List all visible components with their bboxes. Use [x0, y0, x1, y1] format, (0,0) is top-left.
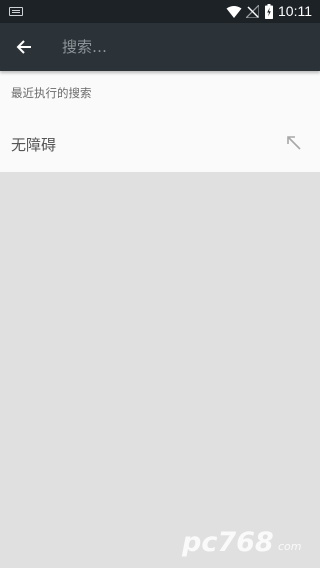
keyboard-icon — [9, 7, 23, 16]
recent-search-label: 无障碍 — [11, 136, 57, 154]
battery-charging-icon — [265, 4, 273, 19]
watermark-subtext: com — [278, 540, 302, 553]
signal-off-icon — [246, 5, 259, 18]
arrow-up-left-icon[interactable] — [284, 133, 304, 153]
search-toolbar — [0, 23, 320, 71]
watermark-logo: pc768 com — [181, 527, 302, 558]
wifi-icon — [226, 6, 242, 18]
arrow-back-icon — [16, 40, 31, 54]
watermark-text: pc768 — [181, 527, 274, 558]
status-time: 10:11 — [278, 3, 312, 19]
search-input[interactable] — [62, 33, 302, 61]
recent-search-item[interactable]: 无障碍 — [0, 121, 320, 167]
status-bar: 10:11 — [0, 0, 320, 23]
back-button[interactable] — [6, 29, 42, 65]
content-area: pc768 com — [0, 172, 320, 568]
recent-searches-header: 最近执行的搜索 — [11, 86, 92, 100]
recent-searches-panel: 最近执行的搜索 无障碍 — [0, 71, 320, 172]
